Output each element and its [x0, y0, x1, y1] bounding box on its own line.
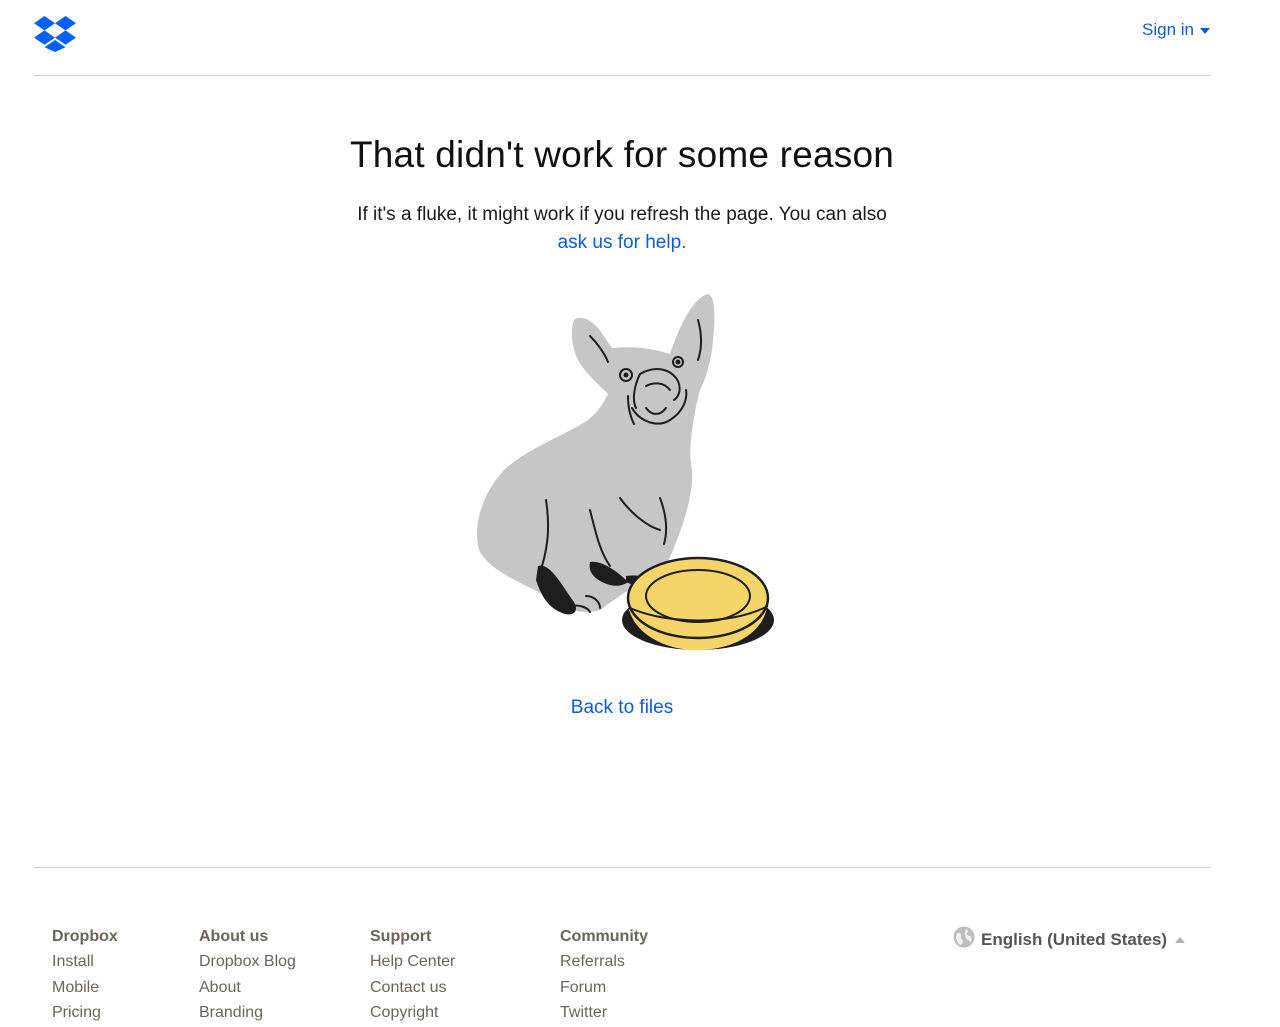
footer-link-forum[interactable]: Forum [560, 977, 648, 1003]
footer-link-referrals[interactable]: Referrals [560, 951, 648, 977]
header-divider [34, 75, 1210, 76]
footer-link-branding[interactable]: Branding [199, 1002, 296, 1027]
footer-column-community: Community Referrals Forum Twitter [560, 926, 648, 1027]
footer-link-about[interactable]: About [199, 977, 296, 1003]
chevron-up-icon [1175, 936, 1186, 943]
footer-column-dropbox: Dropbox Install Mobile Pricing [52, 926, 118, 1027]
error-page: Sign in That didn't work for some reason… [0, 0, 1280, 1027]
chevron-down-icon [1199, 28, 1210, 34]
help-link[interactable]: ask us for help. [0, 229, 1244, 257]
globe-icon [953, 926, 975, 953]
sign-in-button[interactable]: Sign in [1142, 20, 1210, 40]
error-message-text: If it's a fluke, it might work if you re… [357, 204, 887, 225]
sign-in-label: Sign in [1142, 20, 1194, 39]
language-selector[interactable]: English (United States) [953, 926, 1186, 953]
footer-link-install[interactable]: Install [52, 951, 118, 977]
language-label: English (United States) [981, 929, 1168, 949]
footer-heading: About us [199, 928, 269, 945]
footer-heading: Community [560, 928, 648, 945]
dropbox-logo-icon[interactable] [34, 16, 76, 52]
footer-link-pricing[interactable]: Pricing [52, 1002, 118, 1027]
dog-with-empty-bowl-illustration [470, 290, 780, 655]
footer-link-help-center[interactable]: Help Center [370, 951, 455, 977]
back-to-files-link[interactable]: Back to files [0, 697, 1244, 719]
footer-link-mobile[interactable]: Mobile [52, 977, 118, 1003]
footer-link-twitter[interactable]: Twitter [560, 1002, 648, 1027]
footer-column-support: Support Help Center Contact us Copyright [370, 926, 455, 1027]
footer-heading: Support [370, 928, 432, 945]
footer-link-dropbox-blog[interactable]: Dropbox Blog [199, 951, 296, 977]
footer-link-copyright[interactable]: Copyright [370, 1002, 455, 1027]
page-title: That didn't work for some reason [349, 134, 895, 175]
footer-column-about-us: About us Dropbox Blog About Branding [199, 926, 296, 1027]
error-message: If it's a fluke, it might work if you re… [0, 201, 1244, 257]
footer-divider [34, 867, 1210, 868]
footer-link-contact-us[interactable]: Contact us [370, 977, 455, 1003]
footer-heading: Dropbox [52, 928, 118, 945]
